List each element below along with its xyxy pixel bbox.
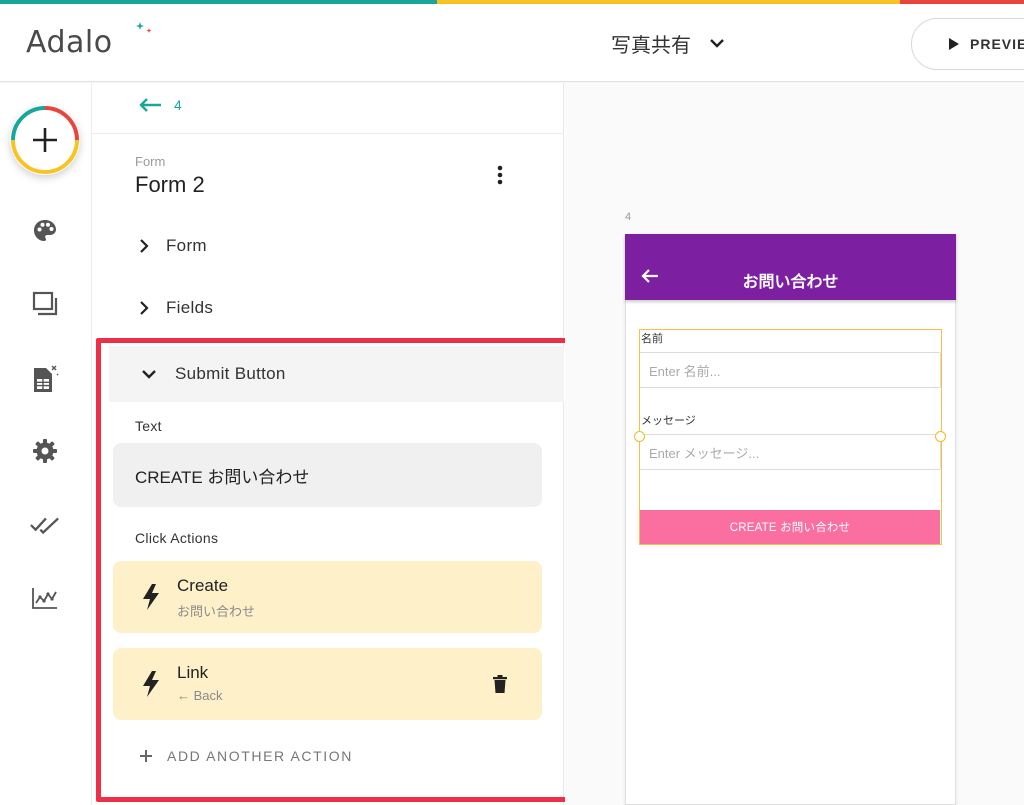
resize-handle-right[interactable] xyxy=(935,431,946,442)
double-check-icon xyxy=(30,517,59,535)
left-rail xyxy=(0,83,92,805)
add-action-label: ADD ANOTHER ACTION xyxy=(167,748,353,764)
click-actions-label: Click Actions xyxy=(135,530,219,546)
section-submit-button[interactable]: Submit Button xyxy=(109,346,564,402)
component-type: Form xyxy=(135,154,166,169)
trash-icon[interactable] xyxy=(491,674,509,694)
action-subtitle: お問い合わせ xyxy=(177,604,256,619)
screens-icon xyxy=(32,291,58,316)
app-switcher[interactable]: 写真共有 xyxy=(611,28,725,58)
chevron-down-icon xyxy=(142,370,156,379)
play-icon xyxy=(949,38,959,50)
bolt-icon xyxy=(143,671,159,697)
app-bar[interactable]: お問い合わせ xyxy=(625,234,956,300)
panel-top-bar: 4 xyxy=(92,83,564,134)
chevron-right-icon xyxy=(140,301,149,315)
screens-button[interactable] xyxy=(30,289,60,319)
screen-number-label: 4 xyxy=(625,211,632,223)
text-label: Text xyxy=(135,418,162,434)
button-text-input[interactable]: CREATE お問い合わせ xyxy=(113,443,542,507)
top-header: Adalo 写真共有 PREVIE xyxy=(0,4,1024,82)
adalo-logo[interactable]: Adalo xyxy=(26,22,152,62)
app-name: 写真共有 xyxy=(611,32,691,57)
add-component-button[interactable] xyxy=(10,105,80,175)
action-create[interactable]: Create お問い合わせ xyxy=(113,561,542,633)
database-icon xyxy=(34,365,59,392)
sparkle-icon xyxy=(136,22,152,33)
section-fields[interactable]: Fields xyxy=(138,293,213,323)
name-input[interactable]: Enter 名前... xyxy=(639,352,941,388)
action-link[interactable]: Link ← Back xyxy=(113,648,542,720)
component-name: Form 2 xyxy=(135,172,205,197)
plus-icon xyxy=(11,106,79,174)
message-input[interactable]: Enter メッセージ... xyxy=(639,434,941,470)
add-another-action-button[interactable]: ADD ANOTHER ACTION xyxy=(139,748,353,764)
field-label-message: メッセージ xyxy=(641,415,696,427)
back-screen-number: 4 xyxy=(174,97,182,113)
section-form-label: Form xyxy=(166,236,207,255)
resize-handle-left[interactable] xyxy=(634,431,645,442)
form-submit-button[interactable]: CREATE お問い合わせ xyxy=(640,510,940,544)
more-options-icon[interactable] xyxy=(488,163,512,187)
bolt-icon xyxy=(143,584,159,610)
back-to-screen-button[interactable]: 4 xyxy=(138,97,182,113)
database-button[interactable] xyxy=(30,365,60,395)
arrow-left-icon xyxy=(139,98,161,112)
analytics-icon xyxy=(32,588,57,609)
preview-label: PREVIE xyxy=(970,36,1024,52)
gear-icon xyxy=(33,439,57,463)
field-label-name: 名前 xyxy=(641,333,663,345)
settings-button[interactable] xyxy=(30,436,60,466)
plus-icon xyxy=(140,750,152,762)
analytics-button[interactable] xyxy=(30,583,60,613)
section-submit-label: Submit Button xyxy=(175,364,286,383)
chevron-down-icon xyxy=(710,39,724,48)
chevron-right-icon xyxy=(140,239,149,253)
action-subtitle: ← Back xyxy=(177,688,223,703)
publish-button[interactable] xyxy=(30,510,60,540)
branding-button[interactable] xyxy=(30,216,60,246)
section-fields-label: Fields xyxy=(166,298,214,317)
action-title: Create xyxy=(177,576,229,595)
preview-button[interactable]: PREVIE xyxy=(911,18,1024,70)
section-form[interactable]: Form xyxy=(138,231,207,261)
app-bar-title: お問い合わせ xyxy=(742,274,839,291)
logo-text: Adalo xyxy=(26,24,113,60)
palette-icon xyxy=(34,220,56,241)
action-title: Link xyxy=(177,663,209,682)
